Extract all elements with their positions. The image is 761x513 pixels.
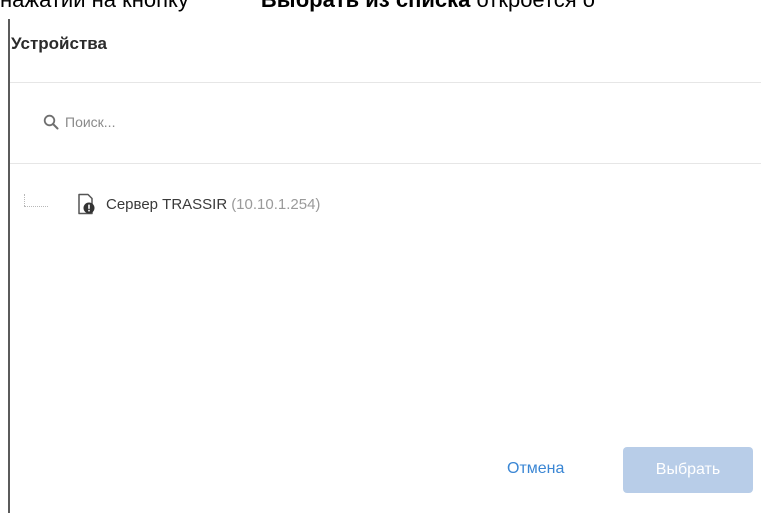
devices-dialog: Устройства Сервер TRAS xyxy=(8,19,761,513)
dialog-title: Устройства xyxy=(11,34,107,53)
search-bar xyxy=(10,83,761,164)
select-button[interactable]: Выбрать xyxy=(623,447,753,493)
cancel-button[interactable]: Отмена xyxy=(499,447,572,491)
doc-text-end: откроется о xyxy=(477,0,596,12)
dialog-footer: Отмена Выбрать xyxy=(10,445,761,495)
doc-text-bold: Выбрать из списка xyxy=(261,0,470,12)
device-tree: Сервер TRASSIR (10.10.1.254) xyxy=(10,165,761,415)
server-ip: (10.10.1.254) xyxy=(231,195,321,213)
page: нажатии на кнопку Выбрать из списка откро… xyxy=(0,0,761,513)
server-name: Сервер TRASSIR xyxy=(106,195,228,213)
tree-item-server[interactable]: Сервер TRASSIR (10.10.1.254) xyxy=(24,191,320,217)
document-text: нажатии на кнопку Выбрать из списка откро… xyxy=(0,0,761,13)
search-icon xyxy=(43,114,59,130)
server-warning-icon xyxy=(78,193,95,215)
tree-connector xyxy=(24,194,58,214)
search-input[interactable] xyxy=(65,111,565,133)
doc-text-start: нажатии на кнопку xyxy=(0,0,189,12)
dialog-header: Устройства xyxy=(10,19,761,83)
